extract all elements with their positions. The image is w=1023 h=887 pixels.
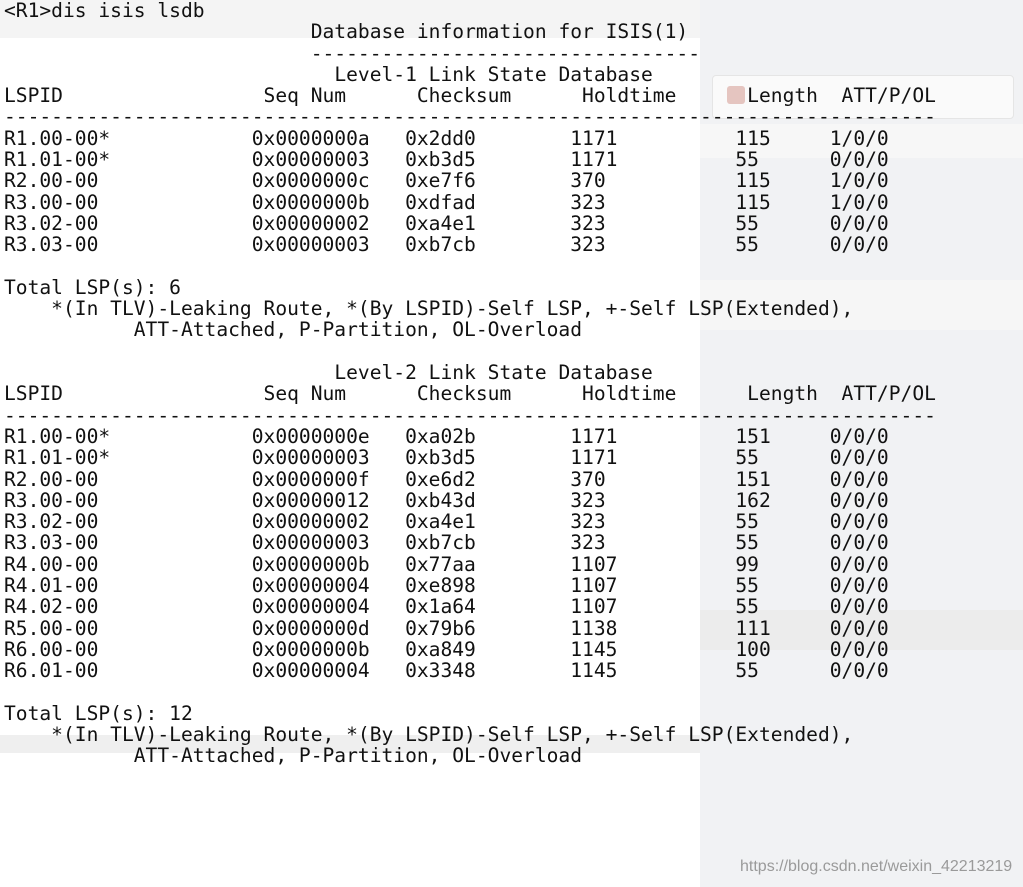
- table-row: R3.00-00 0x00000012 0xb43d 323 162 0/0/0: [4, 488, 889, 512]
- watermark-url: https://blog.csdn.net/weixin_42213219: [740, 858, 1013, 875]
- table-row: R3.02-00 0x00000002 0xa4e1 323 55 0/0/0: [4, 510, 889, 534]
- level2-total: Total LSP(s): 12: [4, 701, 193, 725]
- table-row: R3.03-00 0x00000003 0xb7cb 323 55 0/0/0: [4, 531, 889, 555]
- level1-table-header: LSPID Seq Num Checksum Holdtime Length A…: [4, 84, 936, 108]
- table-row: R5.00-00 0x0000000d 0x79b6 1138 111 0/0/…: [4, 616, 889, 640]
- table-row: R1.01-00* 0x00000003 0xb3d5 1171 55 0/0/…: [4, 148, 889, 172]
- level1-divider: ----------------------------------------…: [4, 105, 936, 129]
- table-row: R1.01-00* 0x00000003 0xb3d5 1171 55 0/0/…: [4, 446, 889, 470]
- table-row: R3.03-00 0x00000003 0xb7cb 323 55 0/0/0: [4, 233, 889, 257]
- table-row: R1.00-00* 0x0000000a 0x2dd0 1171 115 1/0…: [4, 126, 889, 150]
- table-row: R2.00-00 0x0000000c 0xe7f6 370 115 1/0/0: [4, 169, 889, 193]
- level1-total: Total LSP(s): 6: [4, 275, 181, 299]
- level2-legend-line2: ATT-Attached, P-Partition, OL-Overload: [4, 744, 583, 768]
- level2-title: Level-2 Link State Database: [334, 361, 653, 385]
- table-row: R4.01-00 0x00000004 0xe898 1107 55 0/0/0: [4, 574, 889, 598]
- terminal-output: <R1>dis isis lsdb Database information f…: [4, 0, 936, 767]
- level1-legend-line1: *(In TLV)-Leaking Route, *(By LSPID)-Sel…: [4, 297, 854, 321]
- level2-divider: ----------------------------------------…: [4, 403, 936, 427]
- table-row: R3.00-00 0x0000000b 0xdfad 323 115 1/0/0: [4, 190, 889, 214]
- table-row: R2.00-00 0x0000000f 0xe6d2 370 151 0/0/0: [4, 467, 889, 491]
- level2-legend-line1: *(In TLV)-Leaking Route, *(By LSPID)-Sel…: [4, 723, 854, 747]
- table-row: R6.01-00 0x00000004 0x3348 1145 55 0/0/0: [4, 659, 889, 683]
- command-prompt: <R1>dis isis lsdb: [4, 0, 205, 22]
- level1-legend-line2: ATT-Attached, P-Partition, OL-Overload: [4, 318, 583, 342]
- table-row: R4.00-00 0x0000000b 0x77aa 1107 99 0/0/0: [4, 552, 889, 576]
- level2-table-header: LSPID Seq Num Checksum Holdtime Length A…: [4, 382, 936, 406]
- table-row: R1.00-00* 0x0000000e 0xa02b 1171 151 0/0…: [4, 424, 889, 448]
- db-title-underline: ---------------------------------: [310, 41, 701, 65]
- table-row: R3.02-00 0x00000002 0xa4e1 323 55 0/0/0: [4, 211, 889, 235]
- db-title: Database information for ISIS(1): [310, 20, 689, 44]
- table-row: R6.00-00 0x0000000b 0xa849 1145 100 0/0/…: [4, 637, 889, 661]
- table-row: R4.02-00 0x00000004 0x1a64 1107 55 0/0/0: [4, 595, 889, 619]
- level1-title: Level-1 Link State Database: [334, 62, 653, 86]
